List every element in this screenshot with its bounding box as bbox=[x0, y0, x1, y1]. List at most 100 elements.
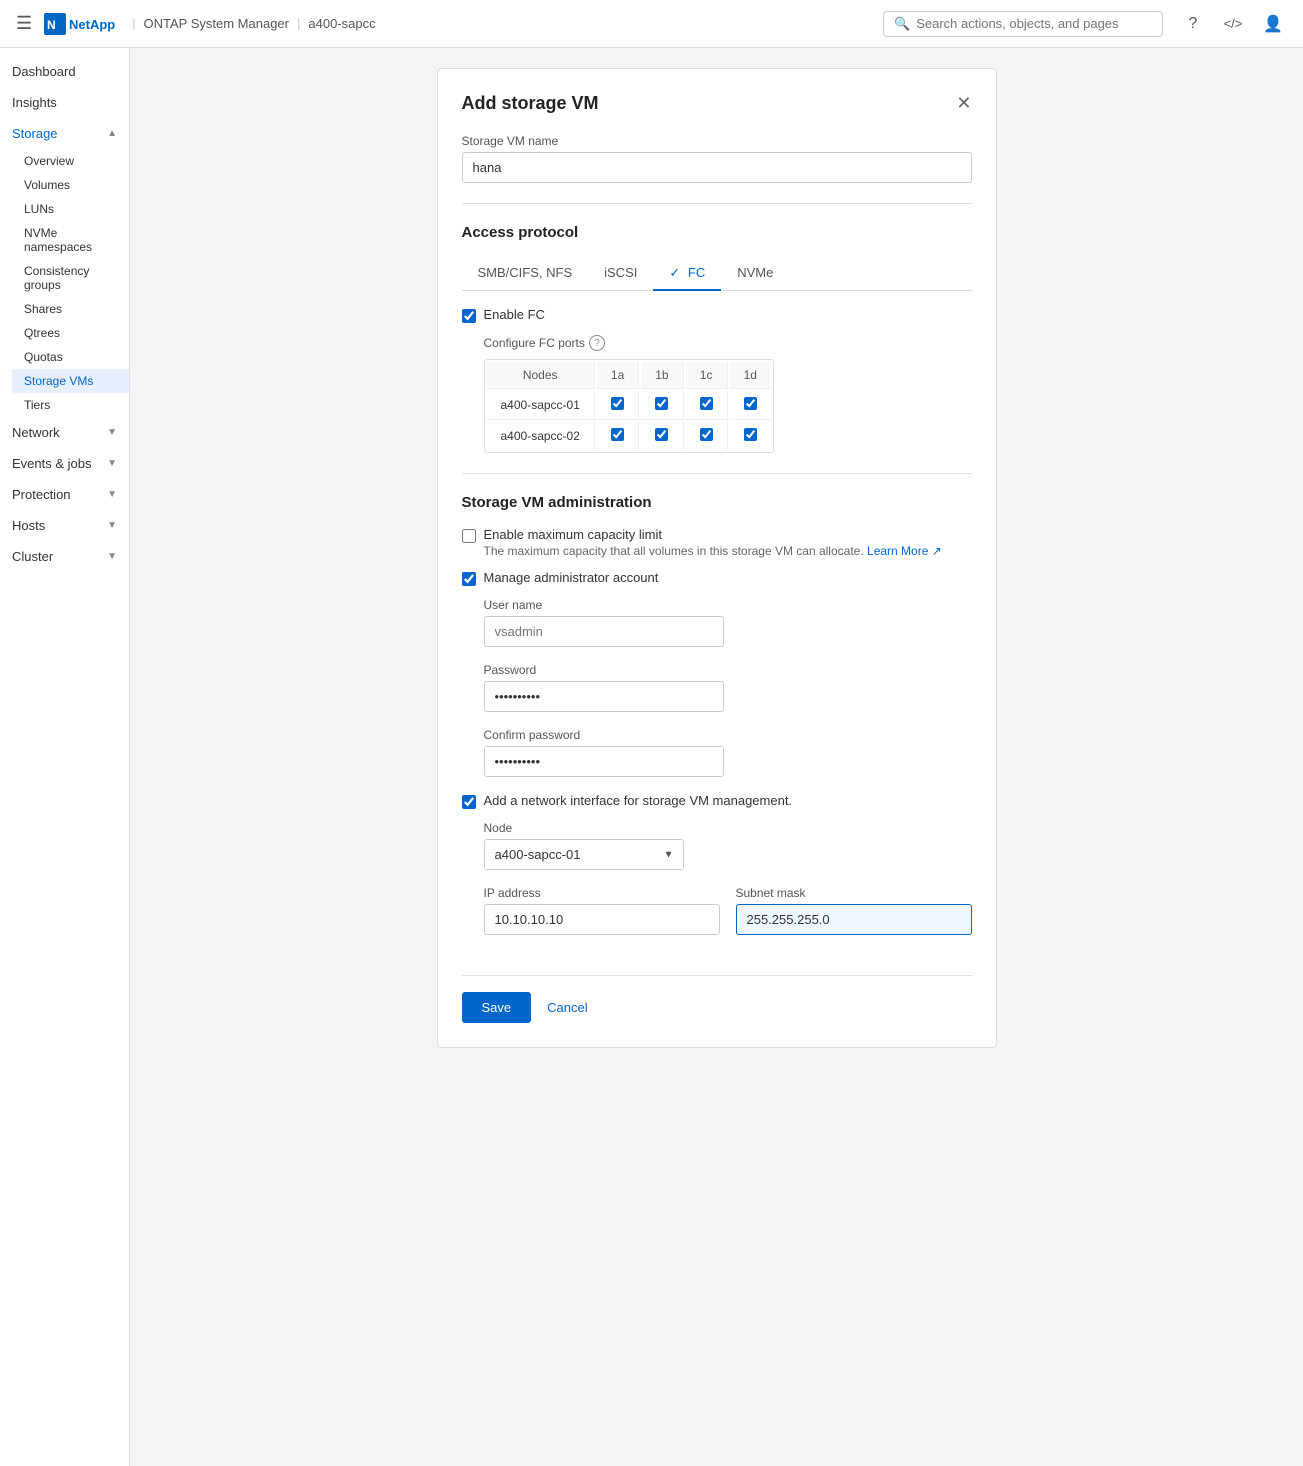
sidebar-item-storage[interactable]: Storage ▲ bbox=[0, 118, 129, 149]
network-chevron-icon: ▼ bbox=[107, 427, 117, 438]
external-link-icon: ↗ bbox=[932, 544, 942, 558]
dialog-buttons: Save Cancel bbox=[462, 975, 972, 1023]
search-input[interactable] bbox=[916, 16, 1152, 31]
subnet-mask-label: Subnet mask bbox=[736, 886, 972, 900]
vm-name-label: Storage VM name bbox=[462, 134, 972, 148]
svg-text:N: N bbox=[47, 18, 56, 32]
subnet-mask-group: Subnet mask bbox=[736, 886, 972, 935]
sidebar-item-cluster[interactable]: Cluster ▼ bbox=[0, 541, 129, 572]
vm-admin-section: Storage VM administration Enable maximum… bbox=[462, 494, 972, 951]
help-icon[interactable]: ? bbox=[1179, 10, 1207, 38]
sidebar-item-events-jobs[interactable]: Events & jobs ▼ bbox=[0, 448, 129, 479]
sidebar-item-luns[interactable]: LUNs bbox=[12, 197, 129, 221]
fc-table-header-row: Nodes 1a 1b 1c 1d bbox=[487, 362, 771, 389]
manage-admin-checkbox[interactable] bbox=[462, 572, 476, 586]
confirm-password-input[interactable] bbox=[484, 746, 724, 777]
subnet-mask-input[interactable] bbox=[736, 904, 972, 935]
sidebar-item-tiers[interactable]: Tiers bbox=[12, 393, 129, 417]
fc-node-2-1b[interactable] bbox=[641, 422, 683, 450]
sidebar-item-consistency-groups[interactable]: Consistency groups bbox=[12, 259, 129, 297]
main-content: Add storage VM ✕ Storage VM name Access … bbox=[130, 48, 1303, 1466]
sidebar-item-hosts[interactable]: Hosts ▼ bbox=[0, 510, 129, 541]
tab-smb-cifs-nfs[interactable]: SMB/CIFS, NFS bbox=[462, 257, 589, 291]
fc-node-2-1a[interactable] bbox=[597, 422, 639, 450]
ip-subnet-row: IP address Subnet mask bbox=[484, 886, 972, 951]
sidebar-storage-sub: Overview Volumes LUNs NVMe namespaces Co… bbox=[0, 149, 129, 417]
fc-col-nodes: Nodes bbox=[487, 362, 595, 389]
dialog-title: Add storage VM bbox=[462, 93, 599, 114]
sidebar-item-nvme-namespaces[interactable]: NVMe namespaces bbox=[12, 221, 129, 259]
ip-address-input[interactable] bbox=[484, 904, 720, 935]
svg-text:NetApp: NetApp bbox=[69, 17, 115, 32]
fc-check-icon: ✓ bbox=[669, 265, 680, 280]
max-capacity-checkbox[interactable] bbox=[462, 529, 476, 543]
username-group: User name bbox=[484, 598, 724, 647]
add-network-interface-row: Add a network interface for storage VM m… bbox=[462, 793, 972, 809]
configure-fc-ports-label: Configure FC ports ? bbox=[484, 335, 972, 351]
configure-fc-help-icon[interactable]: ? bbox=[589, 335, 605, 351]
sidebar-item-protection[interactable]: Protection ▼ bbox=[0, 479, 129, 510]
topnav-icons: ? </> 👤 bbox=[1179, 10, 1287, 38]
learn-more-link[interactable]: Learn More ↗ bbox=[867, 544, 942, 558]
fc-node-1-1b[interactable] bbox=[641, 391, 683, 420]
sidebar-item-qtrees[interactable]: Qtrees bbox=[12, 321, 129, 345]
table-row: a400-sapcc-01 bbox=[487, 391, 771, 420]
tab-fc[interactable]: ✓ FC bbox=[653, 257, 721, 291]
sidebar-item-dashboard[interactable]: Dashboard bbox=[0, 56, 129, 87]
fc-node-1-1a[interactable] bbox=[597, 391, 639, 420]
sidebar: Dashboard Insights Storage ▲ Overview Vo… bbox=[0, 48, 130, 1466]
fc-node-1-1d[interactable] bbox=[730, 391, 771, 420]
fc-node-2-1d[interactable] bbox=[730, 422, 771, 450]
code-icon[interactable]: </> bbox=[1219, 10, 1247, 38]
sidebar-item-overview[interactable]: Overview bbox=[12, 149, 129, 173]
fc-node-2-name: a400-sapcc-02 bbox=[487, 422, 595, 450]
fc-ports-table: Nodes 1a 1b 1c 1d a400-sapcc-01 bbox=[484, 359, 774, 453]
fc-node-1-name: a400-sapcc-01 bbox=[487, 391, 595, 420]
ip-address-label: IP address bbox=[484, 886, 720, 900]
search-bar[interactable]: 🔍 bbox=[883, 11, 1163, 37]
sidebar-item-quotas[interactable]: Quotas bbox=[12, 345, 129, 369]
sidebar-item-insights[interactable]: Insights bbox=[0, 87, 129, 118]
system-name: ONTAP System Manager bbox=[144, 16, 289, 31]
sidebar-item-network[interactable]: Network ▼ bbox=[0, 417, 129, 448]
topnav: ☰ N NetApp | ONTAP System Manager | a400… bbox=[0, 0, 1303, 48]
password-label: Password bbox=[484, 663, 724, 677]
tab-nvme[interactable]: NVMe bbox=[721, 257, 789, 291]
enable-fc-checkbox[interactable] bbox=[462, 309, 476, 323]
protocol-tabs: SMB/CIFS, NFS iSCSI ✓ FC NVMe bbox=[462, 257, 972, 291]
confirm-password-group: Confirm password bbox=[484, 728, 724, 777]
sidebar-item-volumes[interactable]: Volumes bbox=[12, 173, 129, 197]
sidebar-item-storage-vms[interactable]: Storage VMs bbox=[12, 369, 129, 393]
username-input[interactable] bbox=[484, 616, 724, 647]
enable-max-capacity-row: Enable maximum capacity limit The maximu… bbox=[462, 527, 972, 558]
user-icon[interactable]: 👤 bbox=[1259, 10, 1287, 38]
cancel-button[interactable]: Cancel bbox=[543, 992, 591, 1023]
fc-node-2-1c[interactable] bbox=[686, 422, 728, 450]
sidebar-item-shares[interactable]: Shares bbox=[12, 297, 129, 321]
close-button[interactable]: ✕ bbox=[956, 93, 971, 114]
node-select-wrap: a400-sapcc-01 a400-sapcc-02 ▼ bbox=[484, 839, 684, 870]
node-label: Node bbox=[484, 821, 704, 835]
password-input[interactable] bbox=[484, 681, 724, 712]
fc-col-1c: 1c bbox=[686, 362, 728, 389]
vm-name-input[interactable] bbox=[462, 152, 972, 183]
manage-admin-row: Manage administrator account bbox=[462, 570, 972, 586]
ip-address-group: IP address bbox=[484, 886, 720, 935]
app-body: Dashboard Insights Storage ▲ Overview Vo… bbox=[0, 48, 1303, 1466]
add-network-checkbox[interactable] bbox=[462, 795, 476, 809]
divider-1 bbox=[462, 203, 972, 204]
tab-iscsi[interactable]: iSCSI bbox=[588, 257, 653, 291]
save-button[interactable]: Save bbox=[462, 992, 532, 1023]
fc-node-1-1c[interactable] bbox=[686, 391, 728, 420]
vm-admin-title: Storage VM administration bbox=[462, 494, 972, 511]
hosts-chevron-icon: ▼ bbox=[107, 520, 117, 531]
fc-col-1d: 1d bbox=[730, 362, 771, 389]
fc-col-1a: 1a bbox=[597, 362, 639, 389]
manage-admin-label: Manage administrator account bbox=[484, 570, 659, 585]
hamburger-menu[interactable]: ☰ bbox=[16, 13, 32, 34]
fc-ports-section: Configure FC ports ? Nodes 1a 1b 1c 1d bbox=[484, 335, 972, 453]
password-group: Password bbox=[484, 663, 724, 712]
node-select[interactable]: a400-sapcc-01 a400-sapcc-02 bbox=[484, 839, 684, 870]
max-capacity-sublabel: The maximum capacity that all volumes in… bbox=[484, 544, 942, 558]
access-protocol-section: Access protocol SMB/CIFS, NFS iSCSI ✓ FC… bbox=[462, 224, 972, 453]
